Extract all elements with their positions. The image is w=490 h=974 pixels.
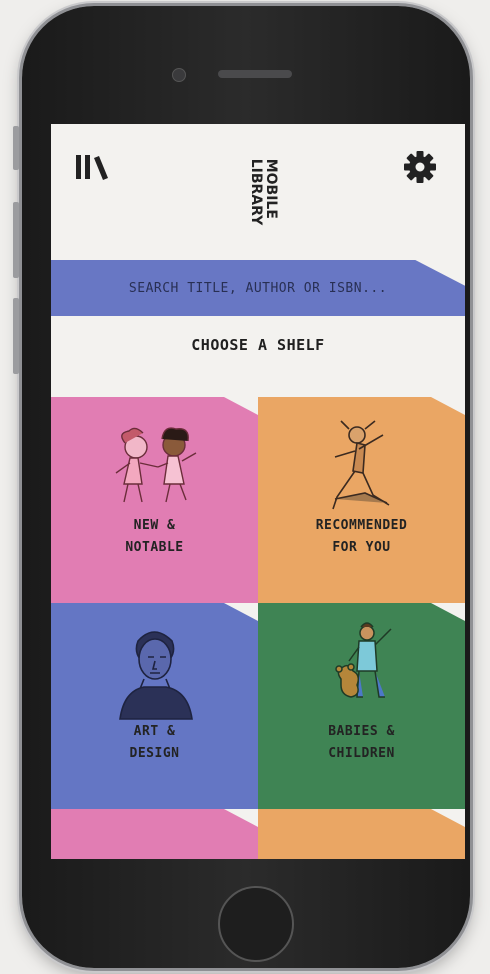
front-camera bbox=[172, 68, 186, 82]
shelf-tile-babies-children[interactable]: BABIES & CHILDREN bbox=[258, 603, 465, 809]
stage: MOBILE LIBRARY SEARCH TITLE, AUTHOR OR I… bbox=[0, 0, 490, 974]
tile-corner-fold bbox=[431, 603, 465, 621]
head-illustration-icon bbox=[100, 853, 210, 859]
search-bar bbox=[51, 260, 465, 316]
child-with-teddy-icon bbox=[334, 622, 392, 698]
logo-line-2: LIBRARY bbox=[248, 158, 264, 226]
logo-line-1: MOBILE bbox=[263, 158, 279, 219]
shelf-tile-recommended[interactable]: RECOMMENDED FOR YOU bbox=[258, 397, 465, 603]
volume-up-button bbox=[13, 202, 19, 278]
shelf-label-line-1: NEW & bbox=[133, 518, 176, 533]
shelf-label-line-1: RECOMMENDED bbox=[315, 518, 408, 533]
shelf-tile-6[interactable] bbox=[258, 809, 465, 859]
shelf-tile-art-design[interactable]: ART & DESIGN bbox=[51, 603, 258, 809]
home-button[interactable] bbox=[218, 886, 294, 962]
portrait-sketch-icon bbox=[118, 631, 193, 720]
search-input[interactable] bbox=[51, 260, 465, 316]
tile-corner-fold bbox=[224, 809, 258, 827]
tile-corner-fold bbox=[224, 603, 258, 621]
head-illustration-icon bbox=[332, 853, 392, 859]
gear-icon[interactable] bbox=[403, 150, 437, 184]
shelf-label-line-1: ART & bbox=[133, 724, 176, 739]
tile-corner-fold bbox=[431, 397, 465, 415]
shelf-label-line-2: CHILDREN bbox=[328, 746, 395, 761]
app-logo: MOBILE LIBRARY bbox=[239, 144, 287, 240]
volume-down-button bbox=[13, 298, 19, 374]
app-header: MOBILE LIBRARY bbox=[51, 124, 465, 260]
shelf-grid: NEW & NOTABLE RECOMMENDED FOR YOU ART & … bbox=[51, 397, 465, 859]
dancer-figure-icon bbox=[331, 420, 389, 510]
tile-corner-fold bbox=[224, 397, 258, 415]
children-dancing-icon bbox=[115, 427, 196, 503]
shelf-label-line-1: BABIES & bbox=[328, 724, 395, 739]
mute-switch bbox=[13, 126, 19, 170]
shelf-tile-5[interactable] bbox=[51, 809, 258, 859]
earpiece-speaker bbox=[218, 70, 292, 78]
shelf-label-line-2: DESIGN bbox=[129, 746, 180, 761]
library-books-icon[interactable] bbox=[75, 154, 109, 180]
shelf-label-line-2: NOTABLE bbox=[125, 540, 184, 555]
shelf-label-line-2: FOR YOU bbox=[332, 540, 391, 555]
tile-corner-fold bbox=[431, 809, 465, 827]
choose-shelf-heading: CHOOSE A SHELF bbox=[191, 336, 325, 354]
shelf-tile-new-notable[interactable]: NEW & NOTABLE bbox=[51, 397, 258, 603]
app-screen: MOBILE LIBRARY SEARCH TITLE, AUTHOR OR I… bbox=[51, 124, 465, 859]
